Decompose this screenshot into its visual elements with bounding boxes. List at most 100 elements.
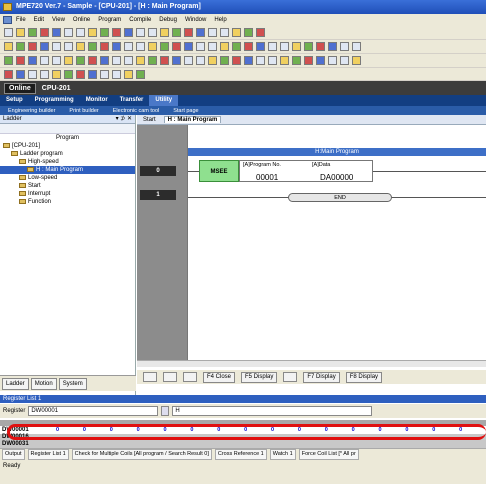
toolbar-icon[interactable]: [352, 56, 361, 65]
register-cell[interactable]: [190, 441, 217, 448]
toolbar-icon[interactable]: [76, 42, 85, 51]
toolbar-icon[interactable]: [160, 56, 169, 65]
toolbar-icon[interactable]: [88, 42, 97, 51]
toolbar-icon[interactable]: [160, 28, 169, 37]
toolbar-icon[interactable]: [16, 56, 25, 65]
tab-utility[interactable]: Utility: [149, 95, 179, 106]
toolbar-icon[interactable]: [208, 28, 217, 37]
toolbar-icon[interactable]: [4, 28, 13, 37]
toolbar-icon[interactable]: [52, 56, 61, 65]
menu-item[interactable]: View: [52, 17, 65, 23]
toolbar-icon[interactable]: [28, 28, 37, 37]
toolbar-icon[interactable]: [76, 69, 85, 79]
toolbar-icon[interactable]: [184, 56, 193, 65]
toolbar-icon[interactable]: [196, 42, 205, 51]
toolbar-icon[interactable]: [124, 28, 133, 37]
toolbar-icon[interactable]: [112, 28, 121, 37]
toolbar-icon[interactable]: [16, 69, 25, 79]
toolbar-icon[interactable]: [316, 42, 325, 51]
toolbar-icon[interactable]: [100, 69, 109, 79]
toolbar-icon[interactable]: [124, 56, 133, 65]
register-row[interactable]: DW00031: [0, 441, 486, 448]
tab-transfer[interactable]: Transfer: [114, 95, 150, 106]
toolbar-icon[interactable]: [316, 56, 325, 65]
toolbar-icon[interactable]: [148, 42, 157, 51]
toolbar-icon[interactable]: [148, 56, 157, 65]
toolbar-icon[interactable]: [220, 42, 229, 51]
register-cell[interactable]: [325, 441, 352, 448]
register-cell[interactable]: [137, 441, 164, 448]
tab-setup[interactable]: Setup: [0, 95, 29, 106]
toolbar-icon[interactable]: [88, 69, 97, 79]
toolbar-icon[interactable]: [28, 42, 37, 51]
toolbar-icon[interactable]: [280, 42, 289, 51]
register-cell[interactable]: [459, 441, 486, 448]
toolbar-icon[interactable]: [268, 56, 277, 65]
toolbar-icon[interactable]: [40, 56, 49, 65]
toolbar-icon[interactable]: [172, 56, 181, 65]
toolbar-icon[interactable]: [304, 42, 313, 51]
toolbar-icon[interactable]: [232, 42, 241, 51]
toolbar-icon[interactable]: [100, 56, 109, 65]
toolbar-icon[interactable]: [328, 56, 337, 65]
register-cell[interactable]: [379, 441, 406, 448]
toolbar-icon[interactable]: [256, 56, 265, 65]
toolbar-icon[interactable]: [64, 69, 73, 79]
toolbar-icon[interactable]: [304, 56, 313, 65]
register-cell[interactable]: [110, 441, 137, 448]
register-cell[interactable]: [164, 441, 191, 448]
subtab-item[interactable]: Start page: [173, 108, 198, 114]
menu-item[interactable]: Compile: [129, 17, 151, 23]
toolbar-icon[interactable]: [184, 28, 193, 37]
toolbar-icon[interactable]: [64, 56, 73, 65]
toolbar-icon[interactable]: [292, 56, 301, 65]
toolbar-icon[interactable]: [220, 56, 229, 65]
register-cell[interactable]: [432, 441, 459, 448]
register-cell[interactable]: [217, 441, 244, 448]
output-tab[interactable]: Force Coil List [* All pr: [298, 449, 359, 460]
horizontal-scrollbar[interactable]: [137, 360, 486, 367]
toolbar-icon[interactable]: [76, 56, 85, 65]
editor-tab[interactable]: H : Main Program: [163, 116, 222, 123]
toolbar-icon[interactable]: [136, 56, 145, 65]
menu-item[interactable]: Debug: [159, 17, 177, 23]
toolbar-icon[interactable]: [244, 42, 253, 51]
param1-value[interactable]: 00001: [256, 173, 278, 182]
panel-controls[interactable]: ▾ ⊅ ✕: [116, 115, 132, 123]
toolbar-icon[interactable]: [64, 42, 73, 51]
menu-item[interactable]: Window: [185, 17, 206, 23]
display-format-input[interactable]: H: [172, 406, 373, 416]
online-badge[interactable]: Online: [4, 82, 36, 94]
toolbar-icon[interactable]: [256, 28, 265, 37]
rung-number[interactable]: 0: [140, 166, 176, 176]
toolbar-icon[interactable]: [40, 69, 49, 79]
block-parameters[interactable]: [A]Program No. [A]Data 00001 DA00000: [239, 160, 373, 182]
editor-tab[interactable]: Start: [143, 117, 156, 123]
tree-item[interactable]: Interrupt: [0, 190, 135, 198]
rung-number[interactable]: 1: [140, 190, 176, 200]
menu-item[interactable]: Online: [73, 17, 90, 23]
tree-item[interactable]: Low-speed: [0, 174, 135, 182]
toolbar-icon[interactable]: [220, 28, 229, 37]
register-cell[interactable]: [244, 441, 271, 448]
toolbar-icon[interactable]: [352, 42, 361, 51]
toolbar-icon[interactable]: [184, 42, 193, 51]
toolbar-icon[interactable]: [88, 28, 97, 37]
register-cell[interactable]: [405, 441, 432, 448]
toolbar-icon[interactable]: [136, 69, 145, 79]
tree-item[interactable]: H : Main Program: [0, 166, 135, 174]
toolbar-icon[interactable]: [148, 28, 157, 37]
panel-tab-motion[interactable]: Motion: [30, 377, 57, 390]
toolbar-icon[interactable]: [28, 56, 37, 65]
register-cell[interactable]: [352, 441, 379, 448]
panel-tab-system[interactable]: System: [58, 377, 87, 390]
toolbar-icon[interactable]: [100, 42, 109, 51]
function-block[interactable]: MSEE: [199, 160, 239, 182]
toolbar-icon[interactable]: [64, 28, 73, 37]
toolbar-icon[interactable]: [196, 28, 205, 37]
tree-item[interactable]: Ladder program: [0, 150, 135, 158]
toolbar-icon[interactable]: [136, 28, 145, 37]
output-tab[interactable]: Register List 1: [27, 449, 69, 460]
output-tab[interactable]: Output: [2, 449, 25, 460]
toolbar-icon[interactable]: [244, 56, 253, 65]
